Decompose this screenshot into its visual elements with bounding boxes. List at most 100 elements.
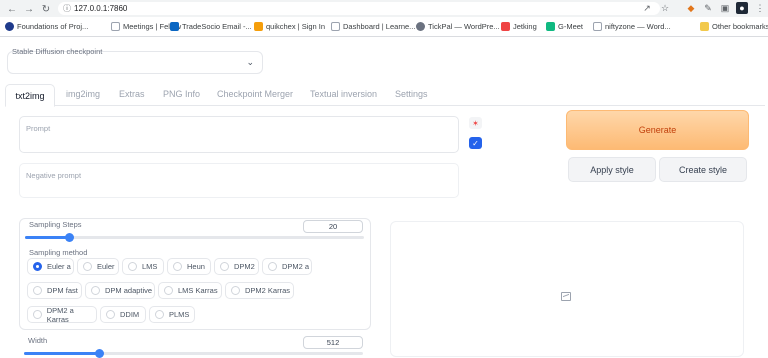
folder-icon — [700, 22, 709, 31]
radio-icon — [33, 310, 42, 319]
radio-label: DPM2 — [234, 262, 255, 271]
radio-icon — [33, 262, 42, 271]
radio-dpm2-a-karras[interactable]: DPM2 a Karras — [27, 306, 97, 324]
sampling-steps-label: Sampling Steps — [29, 220, 82, 229]
paste-icon[interactable]: ✶ — [469, 117, 482, 129]
radio-label: DPM adaptive — [105, 286, 153, 295]
bookmark-label: Other bookmarks — [712, 22, 768, 31]
tab-txt2img[interactable]: txt2img — [5, 84, 55, 107]
outlook-icon — [170, 22, 179, 31]
tab-extras[interactable]: Extras — [119, 89, 145, 99]
apply-style-button[interactable]: Apply style — [568, 157, 656, 182]
radio-euler-a[interactable]: Euler a — [27, 258, 74, 275]
bookmark-item[interactable]: Dashboard | Learne... — [331, 22, 415, 31]
radio-label: Euler — [97, 262, 115, 271]
width-label: Width — [28, 336, 48, 345]
forward-icon[interactable]: → — [22, 2, 36, 16]
slider-handle[interactable] — [65, 233, 75, 242]
radio-icon — [173, 262, 182, 271]
star-icon[interactable]: ☆ — [659, 2, 671, 14]
prompt-placeholder: Prompt — [26, 124, 51, 133]
radio-icon — [231, 286, 240, 295]
profile-icon[interactable]: ● — [736, 2, 748, 14]
reload-icon[interactable]: ↻ — [39, 2, 53, 16]
extensions-icon[interactable]: ✎ — [702, 2, 714, 14]
menu-icon[interactable]: ⋮ — [754, 2, 766, 14]
radio-icon — [83, 262, 92, 271]
bookmark-item[interactable]: Foundations of Proj... — [5, 22, 88, 31]
prompt-input[interactable]: Prompt — [19, 116, 459, 153]
info-icon[interactable]: ⓘ — [63, 3, 71, 14]
width-input[interactable]: 512 — [303, 336, 363, 349]
radio-icon — [220, 262, 229, 271]
bookmark-label: quikchex | Sign In — [266, 22, 326, 31]
tab-checkpoint-merger[interactable]: Checkpoint Merger — [217, 89, 293, 99]
generate-button[interactable]: Generate — [566, 110, 749, 150]
share-icon[interactable]: ↗ — [641, 2, 653, 14]
bookmark-label: TickPal — WordPre... — [428, 22, 500, 31]
radio-icon — [128, 262, 137, 271]
radio-icon — [268, 262, 277, 271]
sampling-method-label: Sampling method — [29, 248, 88, 257]
bookmarks-bar: Foundations of Proj... Meetings | Fellow… — [0, 17, 768, 37]
tab-bar: txt2img img2img Extras PNG Info Checkpoi… — [5, 84, 765, 107]
tab-png-info[interactable]: PNG Info — [163, 89, 200, 99]
sampling-steps-slider[interactable] — [25, 233, 364, 242]
sidepanel-icon[interactable]: ▣ — [719, 2, 731, 14]
globe-icon — [5, 22, 14, 31]
negative-prompt-placeholder: Negative prompt — [26, 171, 82, 180]
radio-icon — [164, 286, 173, 295]
radio-icon — [155, 310, 164, 319]
meet-icon — [546, 22, 555, 31]
bookmark-item[interactable]: TradeSocio Email -... — [170, 22, 252, 31]
bookmark-item[interactable]: TickPal — WordPre... — [416, 22, 500, 31]
radio-dpm-adaptive[interactable]: DPM adaptive — [85, 282, 155, 299]
sampling-steps-input[interactable]: 20 — [303, 220, 363, 233]
radio-icon — [91, 286, 100, 295]
tab-img2img[interactable]: img2img — [66, 89, 100, 99]
radio-dpm2-a[interactable]: DPM2 a — [262, 258, 312, 275]
radio-dpm2-karras[interactable]: DPM2 Karras — [225, 282, 294, 299]
radio-lms-karras[interactable]: LMS Karras — [158, 282, 222, 299]
bookmark-label: niftyzone — Word... — [605, 22, 671, 31]
bookmark-item[interactable]: G-Meet — [546, 22, 583, 31]
radio-label: Heun — [187, 262, 205, 271]
bookmark-item[interactable]: Other bookmarks — [700, 22, 768, 31]
create-style-button[interactable]: Create style — [659, 157, 747, 182]
bookmark-label: TradeSocio Email -... — [182, 22, 252, 31]
slider-fill — [25, 236, 70, 239]
chevron-down-icon: ⌄ — [246, 57, 254, 67]
radio-plms[interactable]: PLMS — [149, 306, 195, 323]
radio-label: DDIM — [120, 310, 140, 319]
image-icon — [561, 292, 571, 301]
tab-textual-inversion[interactable]: Textual inversion — [310, 89, 377, 99]
bookmark-label: Jetking — [513, 22, 537, 31]
radio-dpm2[interactable]: DPM2 — [214, 258, 259, 275]
checkpoint-label: Stable Diffusion checkpoint — [12, 47, 103, 56]
checkbox-icon[interactable]: ✓ — [469, 137, 482, 149]
radio-label: DPM2 a — [282, 262, 310, 271]
radio-dpm-fast[interactable]: DPM fast — [27, 282, 82, 299]
tab-settings[interactable]: Settings — [395, 89, 428, 99]
width-slider[interactable] — [24, 349, 363, 358]
bookmark-item[interactable]: Jetking — [501, 22, 537, 31]
bookmark-label: G-Meet — [558, 22, 584, 31]
metamask-icon[interactable]: ◆ — [685, 2, 697, 14]
radio-label: PLMS — [169, 310, 190, 319]
radio-icon — [106, 310, 115, 319]
radio-label: Euler a — [47, 262, 71, 271]
negative-prompt-input[interactable]: Negative prompt — [19, 163, 459, 198]
radio-euler[interactable]: Euler — [77, 258, 119, 275]
output-gallery — [390, 221, 744, 357]
back-icon[interactable]: ← — [5, 2, 19, 16]
page-icon — [331, 22, 340, 31]
bookmark-item[interactable]: niftyzone — Word... — [593, 22, 671, 31]
radio-heun[interactable]: Heun — [167, 258, 211, 275]
radio-label: LMS — [142, 262, 158, 271]
address-bar[interactable]: ⓘ 127.0.0.1:7860 — [58, 2, 660, 15]
radio-ddim[interactable]: DDIM — [100, 306, 146, 323]
radio-lms[interactable]: LMS — [122, 258, 164, 275]
bookmark-item[interactable]: quikchex | Sign In — [254, 22, 325, 31]
bookmark-label: Foundations of Proj... — [17, 22, 89, 31]
sampling-panel: Sampling Steps 20 Sampling method Euler … — [19, 218, 371, 330]
